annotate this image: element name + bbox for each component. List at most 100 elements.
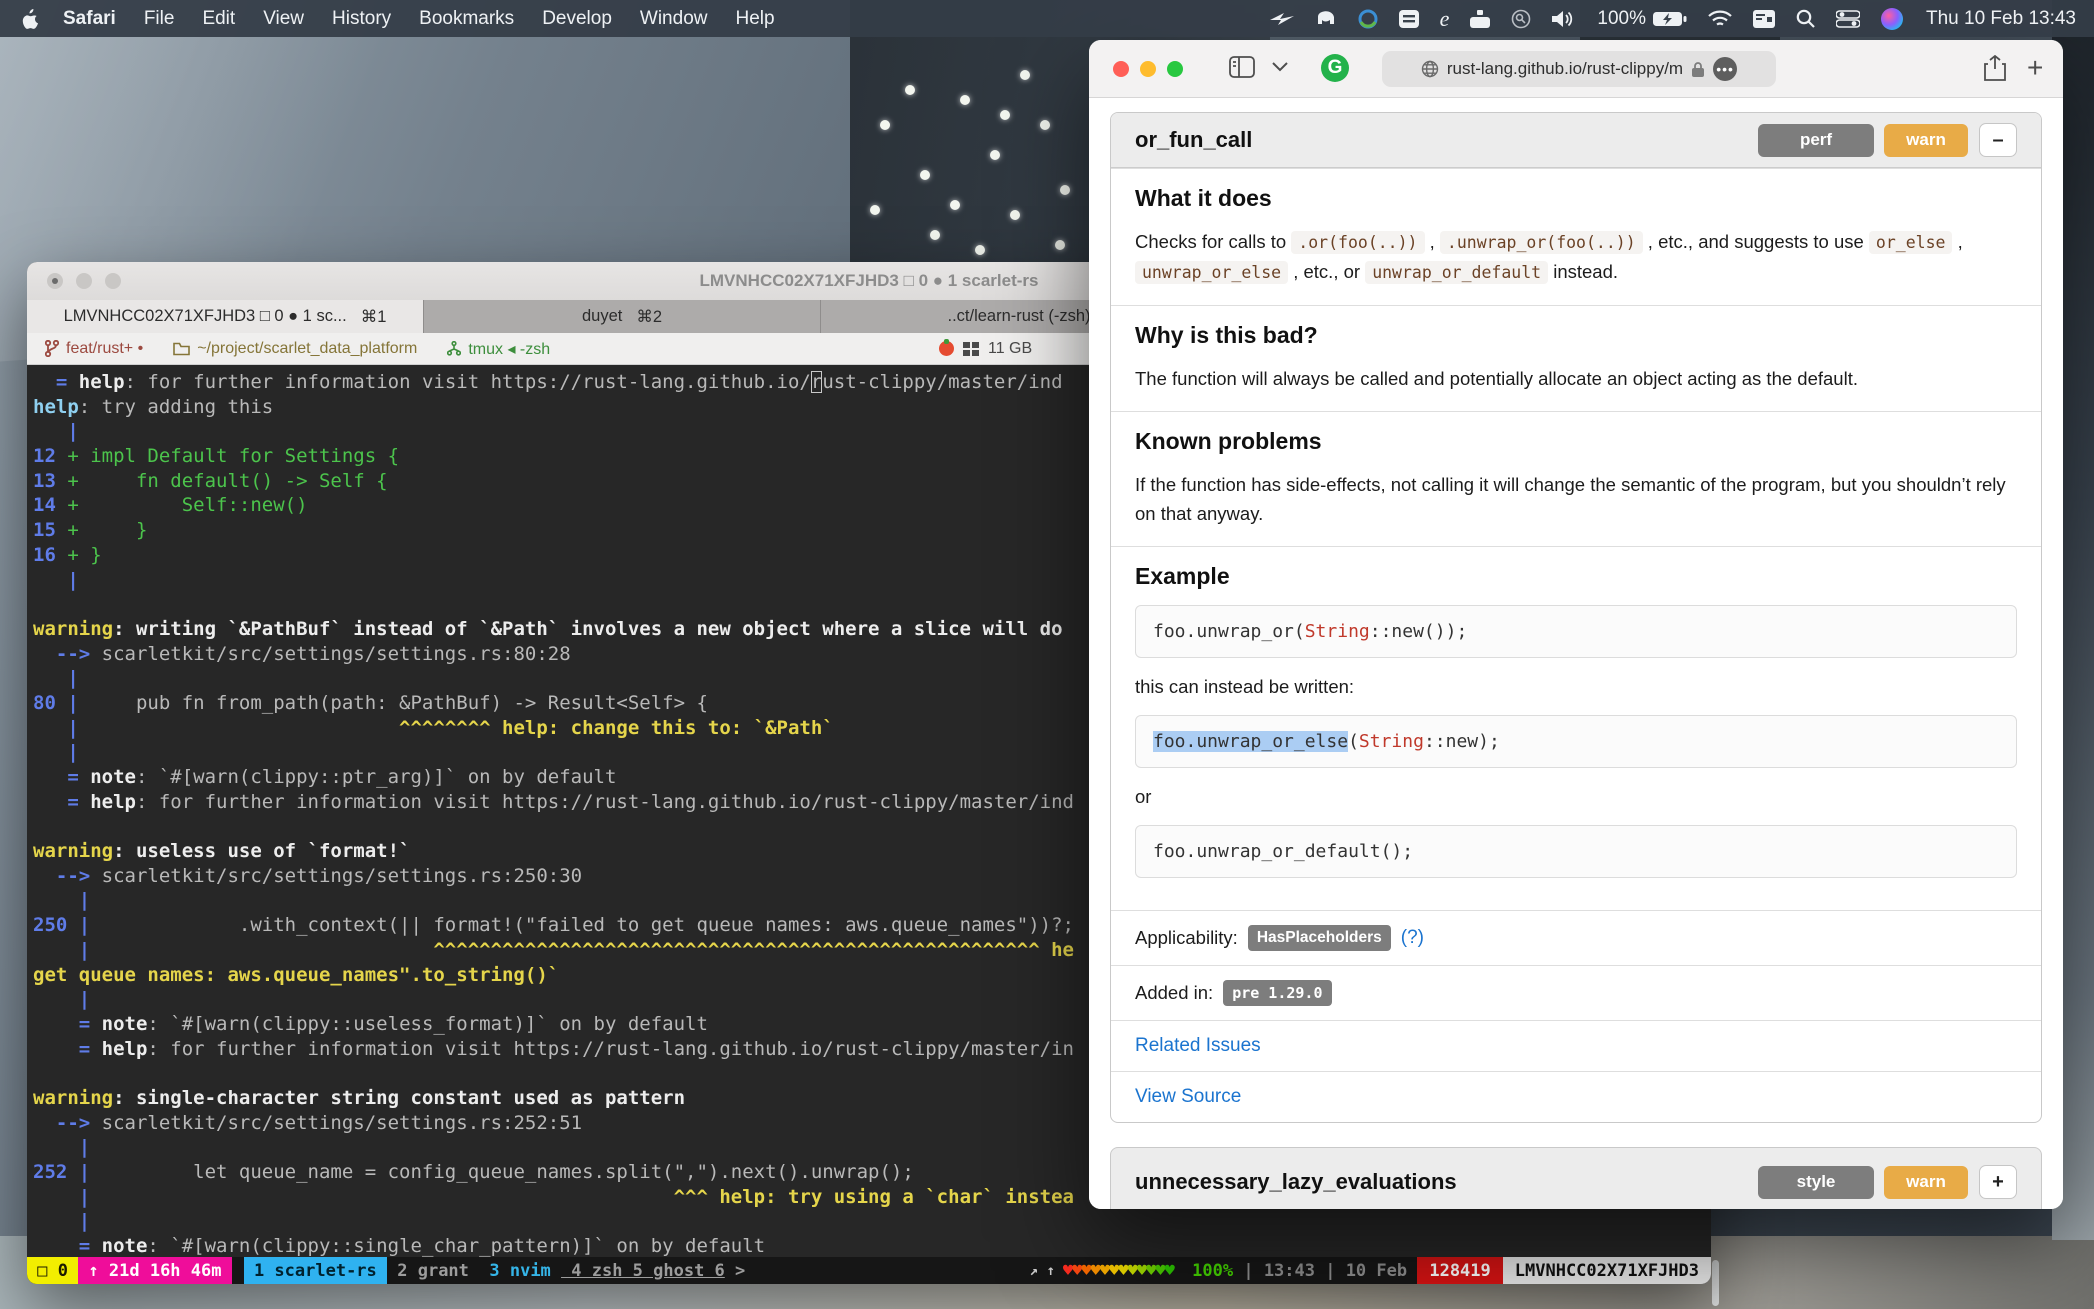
terminal-tab-2[interactable]: duyet⌘2: [424, 300, 821, 333]
blossom-dot: [990, 150, 1000, 160]
shell-indicator[interactable]: tmux ◂ -zsh: [447, 339, 550, 359]
menu-history[interactable]: History: [318, 8, 405, 29]
working-directory[interactable]: ~/project/scarlet_data_platform: [173, 340, 417, 358]
anyconnect-icon[interactable]: [1358, 9, 1378, 29]
menu-window[interactable]: Window: [626, 8, 722, 29]
text-segment: 12: [33, 445, 56, 467]
new-tab-button[interactable]: +: [2027, 52, 2043, 84]
expand-button[interactable]: +: [1979, 1165, 2017, 1199]
applicability-help-link[interactable]: (?): [1401, 927, 1424, 949]
pomodoro-icon[interactable]: [939, 341, 954, 356]
text-segment: r: [811, 371, 822, 393]
elephant-app-icon[interactable]: [1315, 10, 1337, 28]
globe-icon: [1421, 60, 1439, 78]
tmux-segment[interactable]: >: [725, 1257, 756, 1284]
blossom-dot: [920, 170, 930, 180]
link-related-issues[interactable]: Related Issues: [1135, 1035, 1261, 1057]
example-code-block-2[interactable]: foo.unwrap_or_else(String::new);: [1135, 715, 2017, 768]
menu-bookmarks[interactable]: Bookmarks: [405, 8, 528, 29]
applicability-row: Applicability: HasPlaceholders (?): [1111, 910, 2041, 965]
tmux-segment[interactable]: 1 scarlet-rs: [244, 1257, 387, 1284]
next-lint-name: unnecessary_lazy_evaluations: [1135, 1169, 1758, 1195]
safari-minimize-button[interactable]: [1140, 61, 1156, 77]
known-problems-heading: Known problems: [1135, 428, 2017, 455]
menu-help[interactable]: Help: [721, 8, 788, 29]
blossom-dot: [1000, 110, 1010, 120]
menu-develop[interactable]: Develop: [528, 8, 626, 29]
safari-zoom-button[interactable]: [1167, 61, 1183, 77]
wifi-icon[interactable]: [1708, 10, 1732, 28]
key-search-icon[interactable]: [1511, 9, 1531, 29]
chevron-down-icon[interactable]: [1272, 62, 1288, 72]
share-icon[interactable]: [1984, 55, 2006, 81]
inline-code: unwrap_or_else: [1135, 261, 1288, 284]
menu-file[interactable]: File: [130, 8, 189, 29]
lint-link-row: Related Issues: [1111, 1020, 2041, 1071]
menu-safari[interactable]: Safari: [49, 8, 130, 29]
inline-code: .or(foo(..)): [1291, 231, 1424, 254]
menu-view[interactable]: View: [249, 8, 318, 29]
spotlight-search-icon[interactable]: [1796, 9, 1815, 28]
safari-page-content[interactable]: or_fun_call perf warn – What it does Che…: [1089, 98, 2063, 1209]
what-it-does-heading: What it does: [1135, 185, 2017, 212]
reader-options-icon[interactable]: •••: [1713, 57, 1737, 81]
notes-app-icon[interactable]: [1399, 10, 1419, 28]
text-segment: .with_context(|| format!("failed to get …: [90, 914, 1074, 936]
blossom-dot: [950, 200, 960, 210]
text-segment: 16: [33, 544, 56, 566]
code-segment: foo.unwrap_or(: [1153, 621, 1305, 642]
text-segment: |: [33, 939, 90, 961]
link-view-source[interactable]: View Source: [1135, 1086, 1241, 1108]
text-segment: warning: [33, 618, 113, 640]
input-source-icon[interactable]: [1753, 10, 1775, 28]
menu-edit[interactable]: Edit: [188, 8, 249, 29]
volume-icon[interactable]: [1552, 10, 1576, 28]
what-it-does-text: Checks for calls to .or(foo(..)) , .unwr…: [1135, 227, 2017, 287]
tmux-segment[interactable]: ↑ 21d 16h 46m: [78, 1257, 232, 1284]
text-segment: scarletkit/src/settings/settings.rs:250:…: [102, 865, 582, 887]
text-segment: -->: [33, 1112, 102, 1134]
collapse-button[interactable]: –: [1979, 123, 2017, 157]
text-segment: ^^^^^^^^^^^^^^^^^^^^^^^^^^^^^^^^^^^^^^^^…: [90, 939, 1074, 961]
heart-icon: ♥: [1063, 1261, 1072, 1281]
apple-menu-icon[interactable]: [22, 9, 39, 29]
example-code-block-3[interactable]: foo.unwrap_or_default();: [1135, 825, 2017, 878]
tmux-segment[interactable]: 3 nvim: [479, 1257, 561, 1284]
tmux-segment[interactable]: 4 zsh 5 ghost 6: [561, 1257, 725, 1284]
next-lint-card[interactable]: unnecessary_lazy_evaluations style warn …: [1110, 1147, 2042, 1209]
text-segment: |: [33, 667, 79, 689]
text-segment: : `#[warn(clippy::useless_format)]` on b…: [147, 1013, 708, 1035]
lint-header[interactable]: or_fun_call perf warn –: [1111, 113, 2041, 168]
sidebar-toggle-icon[interactable]: [1229, 56, 1255, 78]
safari-close-button[interactable]: [1113, 61, 1129, 77]
code-segment: foo.unwrap_or_default();: [1153, 841, 1413, 862]
wallpaper-highlight-bar: [1712, 1260, 1719, 1306]
control-center-icon[interactable]: [1836, 10, 1860, 28]
text-segment: : for further information visit https://…: [125, 371, 811, 393]
tmux-segment[interactable]: □ 0: [27, 1257, 78, 1284]
menu-bar-clock[interactable]: Thu 10 Feb 13:43: [1926, 8, 2076, 30]
address-bar[interactable]: rust-lang.github.io/rust-clippy/m •••: [1382, 51, 1776, 87]
git-branch-label: feat/rust+ •: [66, 340, 143, 358]
menu-bar-left: SafariFileEditViewHistoryBookmarksDevelo…: [0, 8, 789, 30]
git-branch-status[interactable]: feat/rust+ •: [45, 340, 143, 358]
lint-link-row: View Source: [1111, 1071, 2041, 1122]
safari-toolbar: G rust-lang.github.io/rust-clippy/m ••• …: [1089, 40, 2063, 98]
text-segment: let queue_name = config_queue_names.spli…: [90, 1161, 914, 1183]
tmux-segment[interactable]: 2 grant: [387, 1257, 479, 1284]
grammarly-extension-icon[interactable]: G: [1321, 54, 1349, 82]
text-segment: + impl Default for Settings {: [56, 445, 399, 467]
tmux-segment[interactable]: [232, 1257, 244, 1284]
text-segment: =: [33, 766, 90, 788]
heart-icon: ♥: [1165, 1261, 1174, 1281]
docker-app-icon[interactable]: [1470, 10, 1490, 28]
terminal-tab-1[interactable]: LMVNHCC02X71XFJHD3 □ 0 ● 1 sc...⌘1: [27, 300, 424, 333]
tmux-host-badge: LMVNHCC02X71XFJHD3: [1503, 1257, 1711, 1284]
share-app-icon[interactable]: [1270, 10, 1294, 28]
evernote-icon[interactable]: e: [1440, 6, 1450, 32]
text-segment: : for further information visit https://…: [136, 791, 1074, 813]
siri-icon[interactable]: [1881, 8, 1903, 30]
battery-indicator[interactable]: 100%: [1597, 8, 1687, 30]
tmux-pid-badge: 128419: [1417, 1257, 1502, 1284]
example-code-block-1[interactable]: foo.unwrap_or(String::new());: [1135, 605, 2017, 658]
